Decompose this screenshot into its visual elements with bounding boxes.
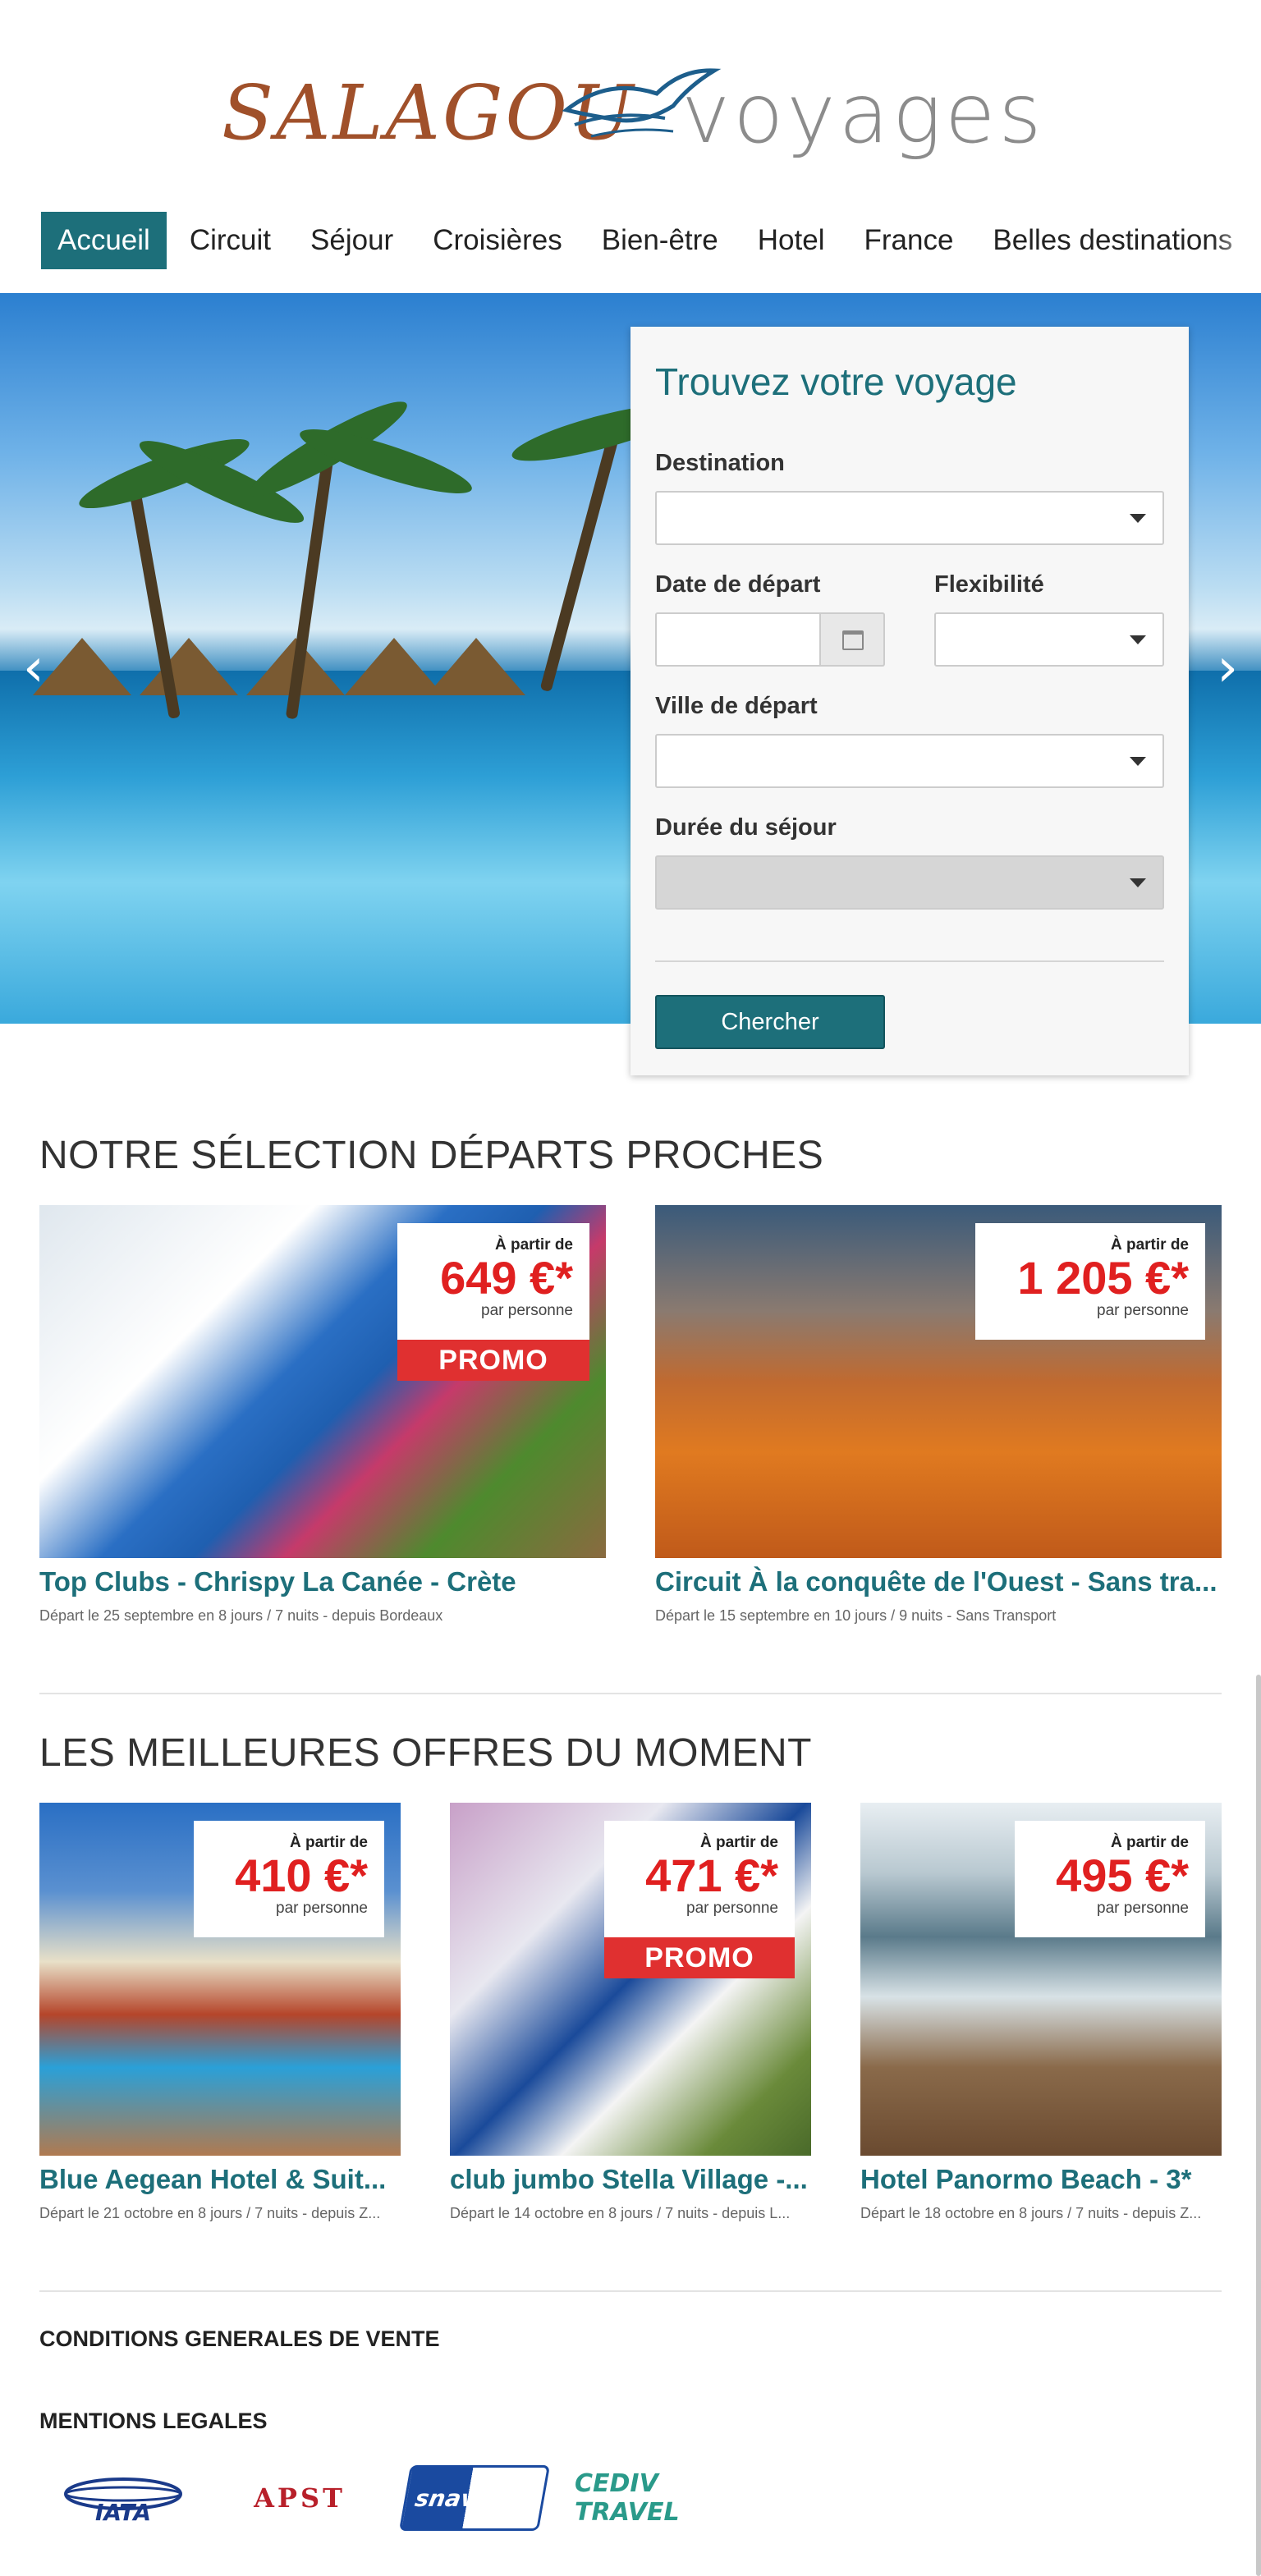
duree-select[interactable]: [655, 855, 1164, 910]
page-scrollbar[interactable]: [1256, 1675, 1261, 2576]
nav-fade: [1212, 212, 1261, 269]
price-box: À partir de 649 €* par personne: [397, 1223, 589, 1340]
flex-label: Flexibilité: [934, 571, 1044, 598]
price-box: À partir de 1 205 €* par personne: [975, 1223, 1205, 1340]
nav-item-bien-etre[interactable]: Bien-être: [585, 212, 735, 269]
main-nav: Accueil Circuit Séjour Croisières Bien-être H…: [41, 212, 1261, 269]
search-title: Trouvez votre voyage: [655, 360, 1017, 403]
offer-subtitle: Départ le 21 octobre en 8 jours / 7 nuit…: [39, 2205, 381, 2221]
cgv-link[interactable]: CONDITIONS GENERALES DE VENTE: [39, 2326, 440, 2352]
carousel-next-icon[interactable]: ›: [1217, 638, 1238, 699]
destination-label: Destination: [655, 450, 785, 476]
ville-depart-select[interactable]: [655, 734, 1164, 788]
section-title-offres: LES MEILLEURES OFFRES DU MOMENT: [39, 1731, 812, 1775]
search-button[interactable]: Chercher: [655, 995, 885, 1049]
site-logo[interactable]: SALAGOU voyages: [222, 57, 1043, 162]
section-divider: [39, 1693, 1222, 1694]
calendar-icon: [842, 630, 864, 650]
duree-label: Durée du séjour: [655, 814, 837, 841]
offer-subtitle: Départ le 15 septembre en 10 jours / 9 n…: [655, 1607, 1057, 1624]
ville-label: Ville de départ: [655, 693, 818, 719]
price-per-label: par personne: [1097, 1900, 1189, 1917]
cediv-logo[interactable]: CEDIV TRAVEL: [575, 2461, 722, 2535]
offer-title[interactable]: Hotel Panormo Beach - 3*: [860, 2164, 1222, 2195]
iata-logo[interactable]: IATA: [57, 2461, 189, 2535]
search-panel: Trouvez votre voyage Destination Date de…: [630, 327, 1189, 1075]
partner-label: IATA: [95, 2499, 151, 2526]
price-per-label: par personne: [481, 1302, 573, 1319]
snav-badge: snav: [398, 2465, 550, 2531]
snav-logo[interactable]: snav: [398, 2461, 550, 2535]
iata-globe-icon: IATA: [64, 2477, 182, 2526]
date-input[interactable]: [655, 612, 821, 667]
logo-text-voyages: voyages: [681, 66, 1045, 162]
carousel-prev-icon[interactable]: ‹: [23, 638, 44, 699]
nav-item-circuit[interactable]: Circuit: [173, 212, 287, 269]
price-per-label: par personne: [276, 1900, 368, 1917]
search-divider: [655, 960, 1164, 962]
price-box: À partir de 410 €* par personne: [194, 1821, 384, 1937]
price-value: 649 €*: [440, 1252, 573, 1304]
nav-item-belles-destinations[interactable]: Belles destinations: [976, 212, 1249, 269]
nav-item-sejour[interactable]: Séjour: [294, 212, 410, 269]
footer-divider: [39, 2290, 1222, 2292]
apst-logo[interactable]: APST: [230, 2461, 369, 2535]
price-value: 471 €*: [645, 1849, 778, 1901]
promo-badge: PROMO: [604, 1937, 795, 1978]
chevron-down-icon: [1130, 878, 1146, 887]
chevron-down-icon: [1130, 635, 1146, 644]
price-box: À partir de 495 €* par personne: [1015, 1821, 1205, 1937]
promo-badge: PROMO: [397, 1340, 589, 1381]
chevron-down-icon: [1130, 757, 1146, 766]
chevron-down-icon: [1130, 514, 1146, 523]
mentions-legales-link[interactable]: MENTIONS LEGALES: [39, 2409, 268, 2434]
offer-title[interactable]: Top Clubs - Chrispy La Canée - Crète: [39, 1566, 606, 1597]
offer-subtitle: Départ le 14 octobre en 8 jours / 7 nuit…: [450, 2205, 791, 2221]
destination-select[interactable]: [655, 491, 1164, 545]
nav-item-croisieres[interactable]: Croisières: [416, 212, 579, 269]
offer-title[interactable]: Circuit À la conquête de l'Ouest - Sans …: [655, 1566, 1222, 1597]
price-box: À partir de 471 €* par personne: [604, 1821, 795, 1937]
offer-subtitle: Départ le 25 septembre en 8 jours / 7 nu…: [39, 1607, 443, 1624]
partner-label: CEDIV TRAVEL: [575, 2469, 680, 2527]
offer-title[interactable]: club jumbo Stella Village -...: [450, 2164, 811, 2195]
section-title-departs: NOTRE SÉLECTION DÉPARTS PROCHES: [39, 1134, 824, 1177]
nav-item-hotel[interactable]: Hotel: [741, 212, 841, 269]
offer-subtitle: Départ le 18 octobre en 8 jours / 7 nuit…: [860, 2205, 1202, 2221]
date-label: Date de départ: [655, 571, 821, 598]
price-per-label: par personne: [1097, 1302, 1189, 1319]
partner-label: snav: [412, 2484, 479, 2512]
nav-item-accueil[interactable]: Accueil: [41, 212, 167, 269]
price-value: 1 205 €*: [1017, 1252, 1189, 1304]
offer-title[interactable]: Blue Aegean Hotel & Suit...: [39, 2164, 401, 2195]
price-value: 495 €*: [1056, 1849, 1189, 1901]
partner-label: APST: [254, 2482, 346, 2514]
flexibilite-select[interactable]: [934, 612, 1164, 667]
nav-item-france[interactable]: France: [847, 212, 970, 269]
price-value: 410 €*: [235, 1849, 368, 1901]
price-per-label: par personne: [686, 1900, 778, 1917]
calendar-button[interactable]: [821, 612, 885, 667]
